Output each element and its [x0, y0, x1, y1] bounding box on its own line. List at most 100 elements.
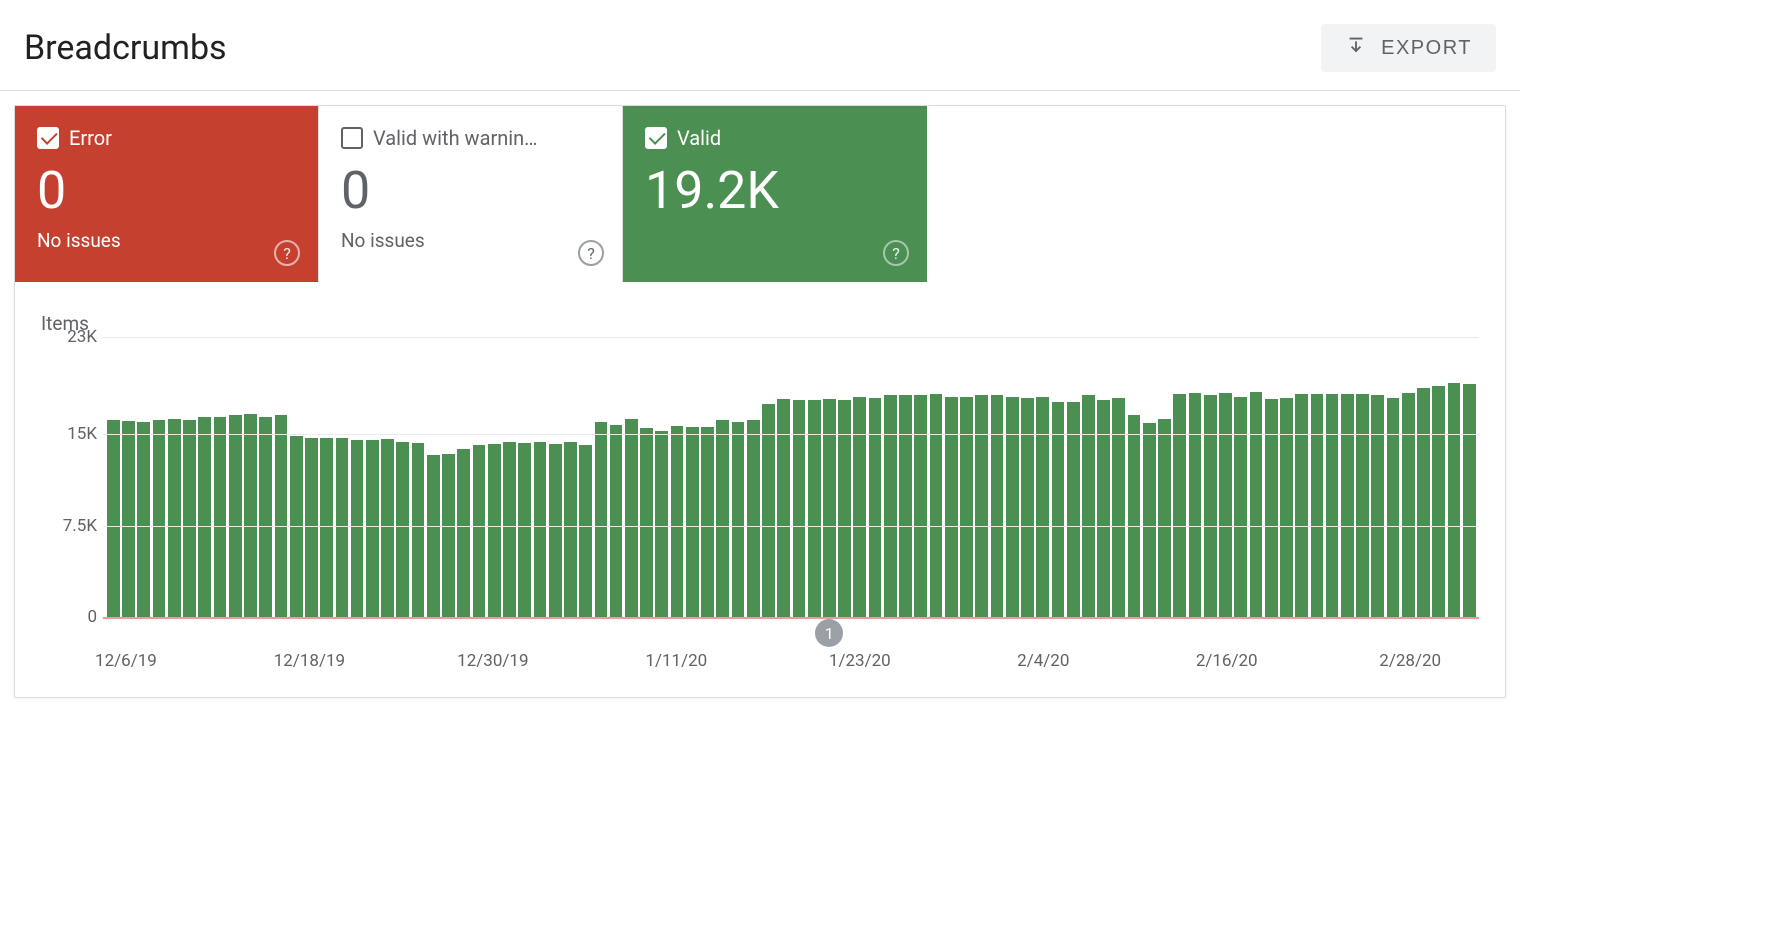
x-tick-label: 1/11/20	[645, 651, 707, 671]
chart-bar	[808, 400, 821, 617]
status-tabs: Error 0 No issues ? Valid with warnin… 0…	[15, 106, 1505, 282]
tab-error-sub: No issues	[37, 229, 296, 252]
x-tick-label: 2/28/20	[1379, 651, 1441, 671]
chart-bar	[884, 395, 897, 617]
chart-bar	[168, 419, 181, 617]
tab-warn-sub: No issues	[341, 229, 600, 252]
chart-bar	[1128, 415, 1141, 617]
grid-line	[103, 434, 1479, 435]
chart-bar	[107, 420, 120, 617]
chart-bar	[853, 397, 866, 617]
chart-bar	[1234, 397, 1247, 617]
chart-bar	[1311, 394, 1324, 617]
chart-bar	[1387, 398, 1400, 617]
export-label: EXPORT	[1381, 37, 1472, 60]
chart-bar	[1280, 398, 1293, 617]
chart-bar	[457, 449, 470, 617]
chart-bar	[1371, 395, 1384, 617]
chart-bar	[396, 442, 409, 617]
tab-valid-with-warnings[interactable]: Valid with warnin… 0 No issues ?	[319, 106, 623, 282]
chart-bar	[655, 431, 668, 617]
chart-bar	[793, 400, 806, 617]
chart-bar	[183, 420, 196, 617]
chart-bar	[1112, 398, 1125, 617]
chart-bar	[1219, 393, 1232, 617]
report-panel: Error 0 No issues ? Valid with warnin… 0…	[14, 105, 1506, 698]
chart-y-label: Items	[41, 312, 1479, 335]
chart-bar	[1082, 395, 1095, 617]
chart-bar	[991, 395, 1004, 617]
tab-error-value: 0	[37, 160, 296, 221]
chart-bar	[244, 414, 257, 617]
chart-bar	[412, 443, 425, 617]
help-icon[interactable]: ?	[274, 240, 300, 266]
chart-bar	[214, 417, 227, 617]
chart-bar	[899, 395, 912, 617]
chart-bar	[381, 439, 394, 617]
x-tick-label: 2/4/20	[1017, 651, 1069, 671]
chart-bar	[1417, 388, 1430, 617]
chart-bar	[777, 399, 790, 617]
chart-bar	[198, 417, 211, 617]
chart-bar	[442, 454, 455, 617]
chart-bar	[1356, 394, 1369, 617]
chart-bar	[564, 442, 577, 617]
page-title: Breadcrumbs	[24, 28, 227, 68]
chart-bar	[1326, 394, 1339, 617]
chart-area: Items 07.5K15K23K 12/6/1912/18/1912/30/1…	[15, 282, 1505, 697]
chart-bar	[640, 428, 653, 617]
tab-error[interactable]: Error 0 No issues ?	[15, 106, 319, 282]
chart-bar	[1463, 384, 1476, 617]
chart-bar	[686, 427, 699, 617]
chart-bar	[305, 438, 318, 617]
tab-valid-label: Valid	[677, 126, 721, 150]
chart-bar	[914, 395, 927, 617]
page-header: Breadcrumbs EXPORT	[0, 0, 1520, 91]
chart-bar	[1189, 393, 1202, 617]
grid-line	[103, 526, 1479, 527]
chart-bar	[1204, 395, 1217, 617]
export-button[interactable]: EXPORT	[1321, 24, 1496, 72]
chart-bar	[960, 397, 973, 617]
chart-bar	[122, 421, 135, 617]
chart-bar	[1402, 393, 1415, 617]
x-tick-label: 12/6/19	[95, 651, 157, 671]
chart-bar	[259, 417, 272, 617]
chart-bar	[1295, 394, 1308, 617]
chart-bar	[275, 415, 288, 617]
tab-warn-value: 0	[341, 160, 600, 221]
checkbox-unchecked-icon	[341, 127, 363, 149]
chart-bar	[671, 426, 684, 617]
chart-bar	[1250, 392, 1263, 617]
chart-bar	[229, 415, 242, 617]
chart-bar	[1006, 397, 1019, 617]
chart-bar	[153, 420, 166, 617]
checkbox-checked-icon	[37, 127, 59, 149]
tab-warn-label: Valid with warnin…	[373, 126, 538, 150]
chart-bar	[579, 445, 592, 617]
chart-bar	[838, 400, 851, 617]
chart-bar	[869, 398, 882, 617]
chart-bar	[595, 422, 608, 617]
help-icon[interactable]: ?	[578, 240, 604, 266]
tab-valid[interactable]: Valid 19.2K ?	[623, 106, 927, 282]
download-icon	[1345, 34, 1367, 62]
chart-bar	[534, 442, 547, 617]
x-tick-label: 12/18/19	[274, 651, 345, 671]
chart-bar	[473, 445, 486, 617]
chart-bar	[1341, 394, 1354, 617]
chart-bar	[137, 422, 150, 617]
y-tick-label: 7.5K	[41, 516, 97, 536]
chart-bar	[518, 443, 531, 617]
chart-bar	[625, 419, 638, 617]
chart-bar	[1097, 400, 1110, 617]
y-tick-label: 0	[41, 607, 97, 627]
chart-bar	[747, 420, 760, 617]
x-tick-label: 12/30/19	[457, 651, 528, 671]
chart-bar	[1173, 394, 1186, 617]
chart-bar	[1036, 397, 1049, 617]
timeline-marker[interactable]: 1	[815, 619, 843, 647]
chart-bar	[549, 444, 562, 617]
help-icon[interactable]: ?	[883, 240, 909, 266]
chart-x-axis: 12/6/1912/18/1912/30/191/11/201/23/202/4…	[103, 617, 1479, 673]
